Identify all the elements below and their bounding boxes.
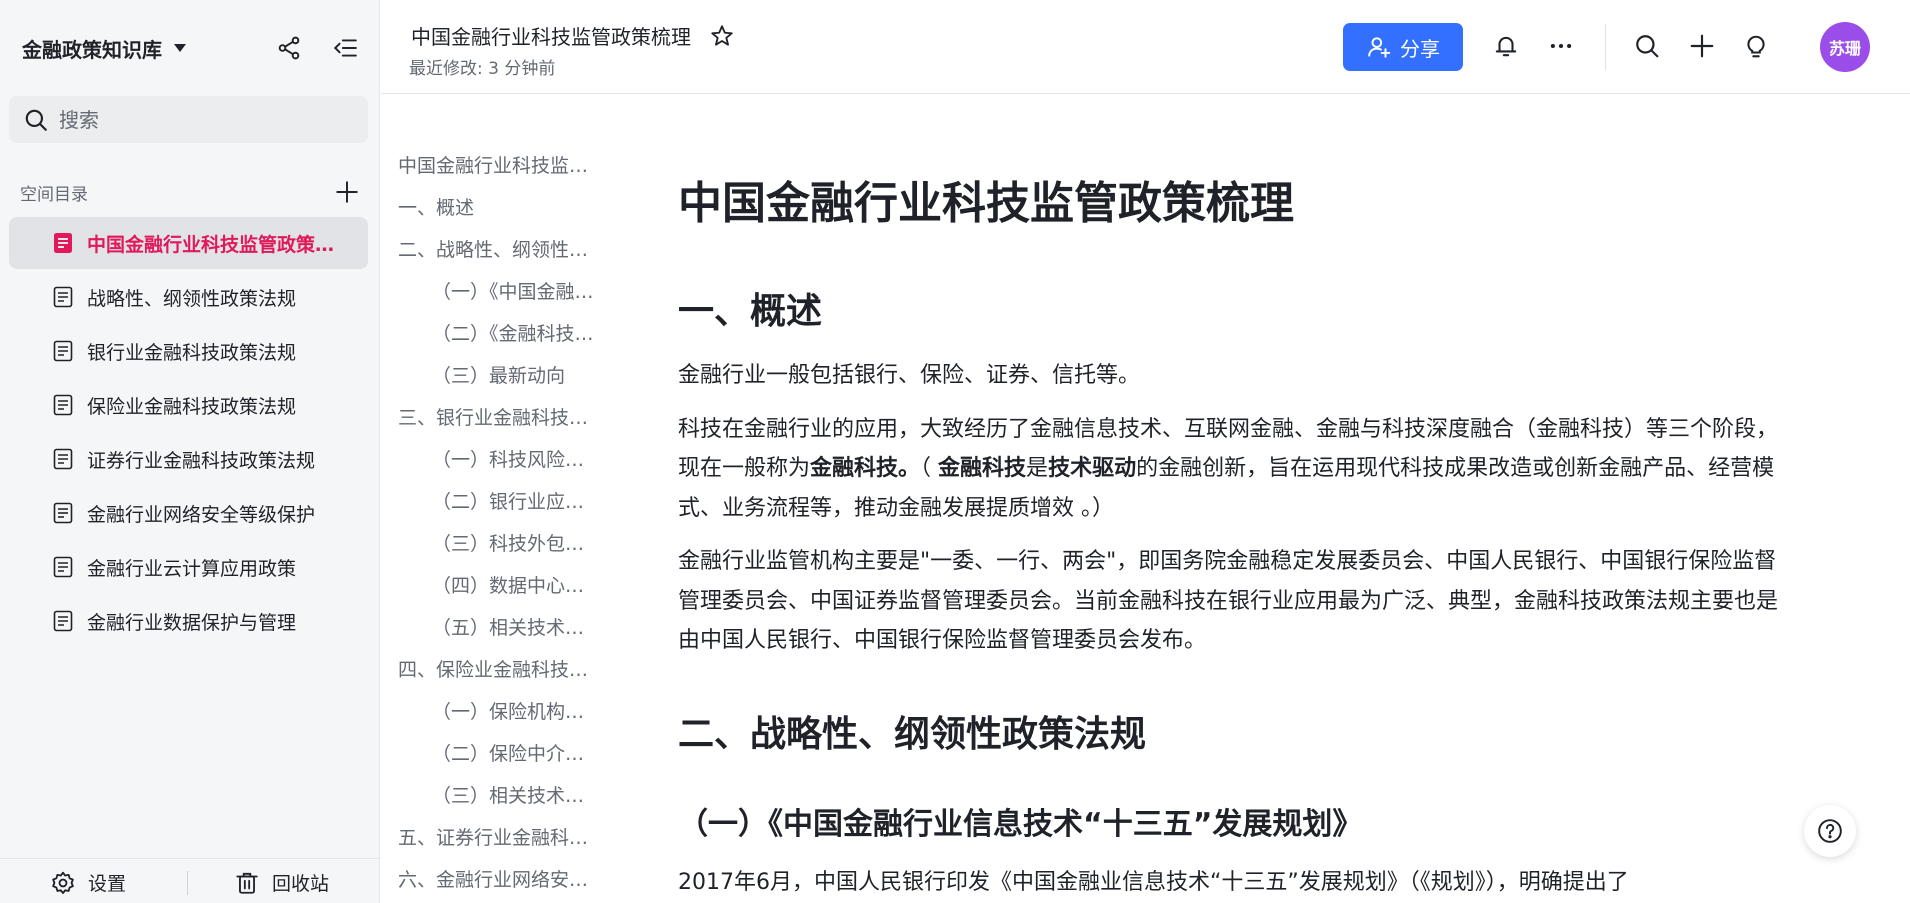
outline-item[interactable]: （四）数据中心管理	[398, 565, 598, 607]
outline-item[interactable]: 三、银行业金融科技政策法规	[398, 397, 598, 439]
bell-icon[interactable]	[1493, 33, 1519, 59]
document-body: 中国金融行业科技监管政策梳理 一、概述 金融行业一般包括银行、保险、证券、信托等…	[678, 170, 1778, 902]
gear-icon	[50, 870, 76, 896]
document-icon	[53, 394, 73, 416]
more-icon[interactable]	[1548, 33, 1574, 59]
paragraph: 科技在金融行业的应用，大致经历了金融信息技术、互联网金融、金融与科技深度融合（金…	[678, 416, 1779, 521]
sidebar-footer: 设置 回收站	[0, 858, 380, 903]
plus-icon[interactable]	[1689, 33, 1715, 59]
document-filled-icon	[53, 232, 73, 254]
settings-button[interactable]: 设置	[50, 869, 126, 896]
tree-item[interactable]: 金融行业网络安全等级保护	[9, 487, 368, 539]
paragraph: 2017年6月，中国人民银行印发《中国金融业信息技术“十三五”发展规划》（《规划…	[678, 869, 1629, 895]
collapse-sidebar-icon[interactable]	[332, 35, 358, 61]
question-icon	[1817, 818, 1843, 844]
footer-divider	[187, 871, 188, 895]
search-input[interactable]	[59, 107, 349, 132]
lightbulb-icon[interactable]	[1743, 33, 1769, 59]
outline-item[interactable]: （一）《中国金融行业信息技术“十三五”发展规划》	[398, 271, 598, 313]
document-outline: 中国金融行业科技监管政策梳理 一、概述 二、战略性、纲领性政策法规 （一）《中国…	[398, 145, 598, 901]
tree-item[interactable]: 保险业金融科技政策法规	[9, 379, 368, 431]
tree-item[interactable]: 金融行业云计算应用政策	[9, 541, 368, 593]
document-icon	[53, 286, 73, 308]
doc-title: 中国金融行业科技监管政策梳理	[411, 25, 691, 49]
tree-item[interactable]: 战略性、纲领性政策法规	[9, 271, 368, 323]
toolbar-divider	[1605, 24, 1606, 70]
trash-button[interactable]: 回收站	[234, 869, 329, 896]
tree-item[interactable]: 证券行业金融科技政策法规	[9, 433, 368, 485]
search-box[interactable]	[9, 96, 368, 143]
add-icon[interactable]	[334, 179, 360, 205]
search-icon	[23, 107, 49, 133]
document-title: 中国金融行业科技监管政策梳理	[678, 178, 1294, 229]
directory-label: 空间目录	[20, 184, 88, 205]
help-button[interactable]	[1804, 805, 1856, 857]
add-user-icon	[1366, 34, 1392, 60]
outline-item[interactable]: （三）最新动向	[398, 355, 598, 397]
outline-item[interactable]: （二）银行业应用系统	[398, 481, 598, 523]
directory-header: 空间目录	[20, 176, 360, 208]
outline-item[interactable]: 中国金融行业科技监管政策梳理	[398, 145, 598, 187]
sidebar: 金融政策知识库 空间目录 中国金融行业科技监管政策梳理	[0, 0, 380, 903]
paragraph: 金融行业一般包括银行、保险、证券、信托等。	[678, 363, 1141, 388]
subsection-heading: （一）《中国金融行业信息技术“十三五”发展规划》	[678, 806, 1363, 842]
section-heading: 一、概述	[678, 291, 823, 332]
share-button[interactable]: 分享	[1343, 23, 1463, 71]
tree-item-active[interactable]: 中国金融行业科技监管政策梳理	[9, 217, 368, 269]
outline-item[interactable]: （二）保险中介信息化	[398, 733, 598, 775]
trash-icon	[234, 870, 260, 896]
share-nodes-icon[interactable]	[276, 35, 302, 61]
outline-item[interactable]: （三）相关技术标准	[398, 775, 598, 817]
star-icon[interactable]	[709, 23, 735, 49]
outline-item[interactable]: （一）科技风险管理	[398, 439, 598, 481]
tree-item[interactable]: 金融行业数据保护与管理	[9, 595, 368, 647]
space-title: 金融政策知识库	[22, 37, 162, 62]
outline-item[interactable]: 六、金融行业网络安全等级保护	[398, 859, 598, 901]
outline-item[interactable]: 四、保险业金融科技政策法规	[398, 649, 598, 691]
outline-item[interactable]: （一）保险机构信息化	[398, 691, 598, 733]
last-modified: 最近修改: 3 分钟前	[409, 59, 556, 79]
outline-item[interactable]: 五、证券行业金融科技政策法规	[398, 817, 598, 859]
document-icon	[53, 448, 73, 470]
document-icon	[53, 556, 73, 578]
outline-item[interactable]: 一、概述	[398, 187, 598, 229]
outline-item[interactable]: （二）《金融科技发展规划》	[398, 313, 598, 355]
document-icon	[53, 340, 73, 362]
outline-item[interactable]: （三）科技外包管理	[398, 523, 598, 565]
outline-item[interactable]: 二、战略性、纲领性政策法规	[398, 229, 598, 271]
search-icon[interactable]	[1634, 33, 1660, 59]
section-heading: 二、战略性、纲领性政策法规	[678, 713, 1147, 755]
outline-item[interactable]: （五）相关技术标准	[398, 607, 598, 649]
sidebar-header: 金融政策知识库	[22, 30, 358, 66]
avatar[interactable]: 苏珊	[1820, 22, 1870, 72]
tree-item[interactable]: 银行业金融科技政策法规	[9, 325, 368, 377]
caret-down-icon	[174, 44, 186, 52]
top-bar: 中国金融行业科技监管政策梳理 最近修改: 3 分钟前 分享 苏珊	[381, 0, 1910, 94]
space-selector[interactable]: 金融政策知识库	[22, 34, 186, 63]
paragraph: 金融行业监管机构主要是"一委、一行、两会"，即国务院金融稳定发展委员会、中国人民…	[678, 549, 1779, 653]
directory-tree: 中国金融行业科技监管政策梳理 战略性、纲领性政策法规 银行业金融科技政策法规 保…	[9, 217, 368, 649]
document-icon	[53, 610, 73, 632]
doc-title-bar: 中国金融行业科技监管政策梳理	[411, 21, 735, 50]
document-icon	[53, 502, 73, 524]
